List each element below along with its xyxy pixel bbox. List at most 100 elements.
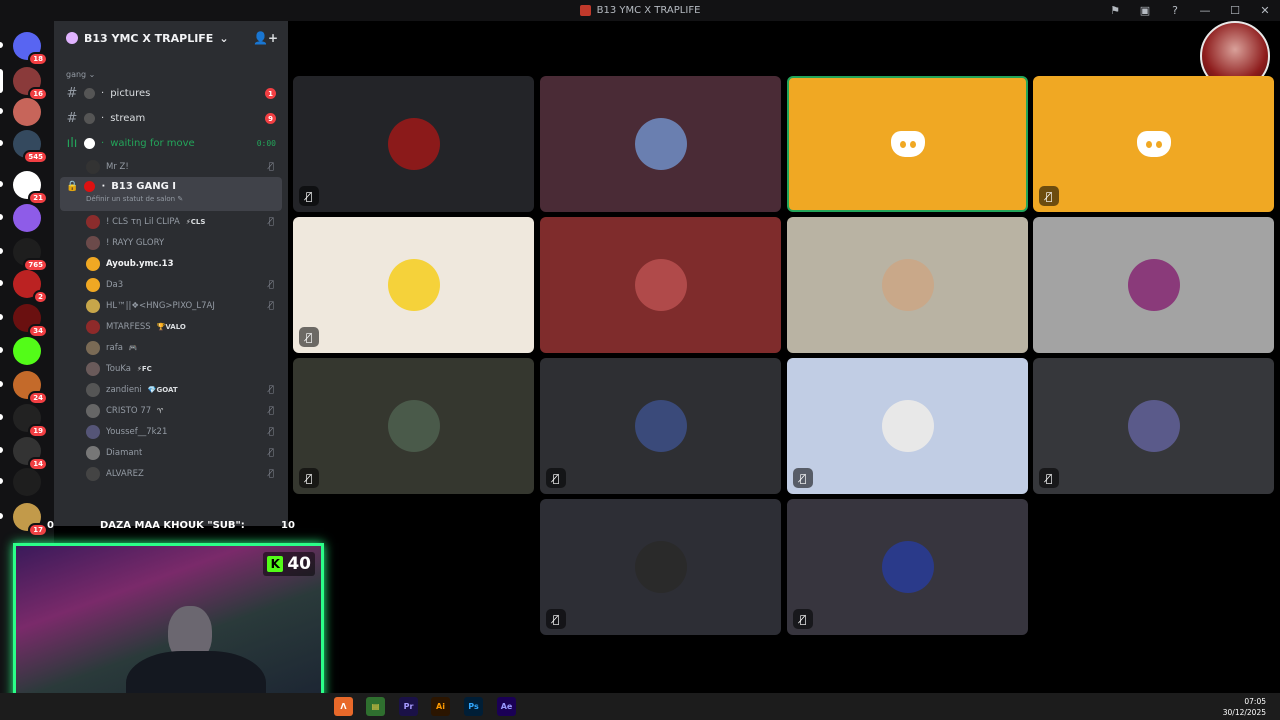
server-badge: 34 [28, 324, 48, 338]
server-badge: 24 [28, 391, 48, 405]
server-pill [0, 42, 3, 48]
participant-tile[interactable]: 🎙̸ [787, 499, 1028, 635]
inbox-flag-icon[interactable]: ⚑ [1100, 0, 1130, 21]
server-icon[interactable]: 765 [13, 238, 48, 272]
server-icon[interactable]: 16 [13, 67, 48, 101]
taskbar-app-icon[interactable]: ▤ [366, 697, 385, 716]
voice-user[interactable]: MTARFESS 🏆VALO [54, 316, 288, 337]
voice-user[interactable]: zandieni 💎GOAT 🎙̸ [54, 379, 288, 400]
server-icon[interactable]: 19 [13, 404, 48, 438]
voice-user[interactable]: TouKa ⚡FC [54, 358, 288, 379]
server-icon[interactable] [13, 98, 41, 126]
category-gang[interactable]: gang ⌄ [54, 67, 288, 81]
avatar [86, 319, 100, 334]
voice-channel-waiting[interactable]: ılı · waiting for move 0:00 [54, 131, 288, 156]
minimize-button[interactable]: — [1190, 0, 1220, 21]
channel-pictures[interactable]: # · pictures 1 [54, 81, 288, 106]
maximize-button[interactable]: ☐ [1220, 0, 1250, 21]
participant-tile[interactable] [1033, 217, 1274, 353]
voice-user[interactable]: Da3 🎙̸ [54, 274, 288, 295]
participant-tile[interactable]: 🎙̸ [293, 217, 534, 353]
channel-emoji-icon [84, 88, 95, 99]
voice-user[interactable]: ! CLS τη Lil CLIPA ⚡CLS 🎙̸ [54, 211, 288, 232]
muted-mic-icon: 🎙̸ [1039, 468, 1059, 488]
screen-icon[interactable]: ▣ [1130, 0, 1160, 21]
guild-name: B13 YMC X TRAPLIFE [84, 31, 214, 45]
participant-tile[interactable] [540, 217, 781, 353]
avatar [86, 235, 100, 250]
server-icon[interactable]: 21 [13, 171, 48, 205]
kick-viewer-count: K 40 [263, 552, 315, 576]
close-button[interactable]: ✕ [1250, 0, 1280, 21]
help-icon[interactable]: ? [1160, 0, 1190, 21]
server-icon[interactable] [13, 204, 41, 232]
voice-user[interactable]: Diamant 🎙̸ [54, 442, 288, 463]
server-icon[interactable]: 2 [13, 270, 48, 304]
unread-badge: 9 [265, 113, 276, 124]
server-icon[interactable]: 14 [13, 437, 48, 471]
participant-tile[interactable]: 🎙̸ [293, 358, 534, 494]
channel-stream[interactable]: # · stream 9 [54, 106, 288, 131]
voice-user[interactable]: HL™||❖<HNG>PIXO_L7AJ 🎙̸ [54, 295, 288, 316]
voice-user-name: ! RAYY GLORY [106, 237, 165, 248]
muted-mic-icon: 🎙̸ [268, 279, 274, 290]
avatar [634, 118, 687, 170]
taskbar-app-icon[interactable]: Ae [497, 697, 516, 716]
avatar [86, 445, 100, 460]
participant-tile[interactable]: 🎙̸ [293, 76, 534, 212]
server-icon[interactable] [13, 468, 41, 496]
taskbar-app-icon[interactable]: Ai [431, 697, 450, 716]
voice-user[interactable]: CRISTO 77 ♈ 🎙̸ [54, 400, 288, 421]
server-icon[interactable]: 17 [13, 503, 48, 537]
channel-emoji-icon [84, 113, 95, 124]
set-status-hint[interactable]: Définir un statut de salon [86, 195, 175, 203]
voice-user[interactable]: ALVAREZ 🎙̸ [54, 463, 288, 484]
participant-tile[interactable]: 🎙̸ [1033, 358, 1274, 494]
voice-user[interactable]: Mr Z! 🎙̸ [54, 156, 288, 177]
kick-logo-icon: K [267, 556, 284, 572]
voice-user[interactable]: Youssef__7k21 🎙̸ [54, 421, 288, 442]
server-icon[interactable] [13, 337, 41, 365]
voice-activity-icon: ılı [66, 136, 78, 151]
chevron-down-icon: ⌄ [219, 31, 229, 45]
server-badge: 545 [23, 150, 48, 164]
voice-user-name: ALVAREZ [106, 468, 144, 479]
taskbar-app-icon[interactable]: Ps [464, 697, 483, 716]
voice-user[interactable]: Ayoub.ymc.13 [54, 253, 288, 274]
avatar [86, 382, 100, 397]
muted-mic-icon: 🎙̸ [793, 468, 813, 488]
add-member-icon[interactable]: 👤+ [253, 31, 278, 45]
avatar [86, 277, 100, 292]
server-icon[interactable]: 545 [13, 130, 48, 164]
voice-user-name: MTARFESS [106, 321, 151, 332]
clock-date: 30/12/2025 [1222, 708, 1266, 717]
participant-tile[interactable] [787, 217, 1028, 353]
participant-tile[interactable]: 🎙̸ [1033, 76, 1274, 212]
server-pill [0, 214, 3, 220]
voice-user[interactable]: ! RAYY GLORY [54, 232, 288, 253]
user-tag: 🎮 [128, 343, 138, 352]
server-icon[interactable]: 24 [13, 371, 48, 405]
taskbar-app-icon[interactable]: Λ [334, 697, 353, 716]
participant-tile[interactable] [787, 76, 1028, 212]
taskbar: Λ ▤ Pr Ai Ps Ae 07:05 30/12/2025 [0, 693, 1280, 720]
participant-tile[interactable] [540, 76, 781, 212]
voice-user-name: CRISTO 77 [106, 405, 152, 416]
participant-tile[interactable]: 🎙̸ [787, 358, 1028, 494]
channel-label: stream [110, 113, 146, 124]
voice-user-name: ! CLS τη Lil CLIPA [106, 216, 180, 227]
user-tag: 💎GOAT [147, 385, 178, 394]
taskbar-app-icon[interactable]: Pr [399, 697, 418, 716]
participant-tile[interactable]: 🎙̸ [540, 499, 781, 635]
server-logo-icon [579, 5, 591, 16]
server-icon[interactable]: 18 [13, 32, 48, 66]
voice-user-name: Ayoub.ymc.13 [106, 258, 174, 269]
server-pill [0, 347, 3, 353]
muted-mic-icon: 🎙̸ [268, 384, 274, 395]
server-icon[interactable]: 34 [13, 304, 48, 338]
user-tag: ⚡CLS [185, 217, 206, 226]
guild-header[interactable]: B13 YMC X TRAPLIFE ⌄ 👤+ [54, 21, 288, 55]
voice-channel-active[interactable]: 🔒 · B13 GANG I Définir un statut de salo… [60, 177, 282, 211]
participant-tile[interactable]: 🎙̸ [540, 358, 781, 494]
voice-user[interactable]: rafa 🎮 [54, 337, 288, 358]
